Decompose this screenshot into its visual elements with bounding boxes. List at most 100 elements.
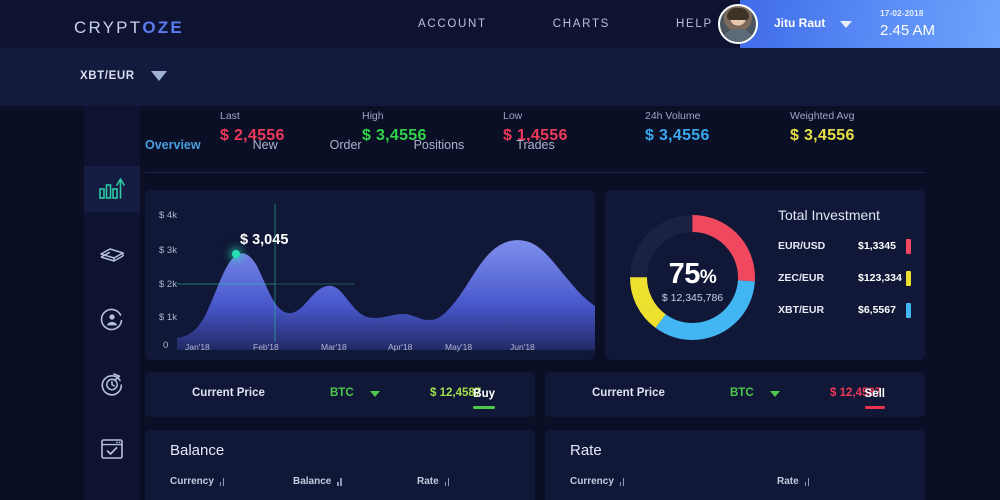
- investment-row-value: $123,334: [858, 272, 902, 284]
- investment-row-swatch: [906, 239, 911, 254]
- balance-table: Balance Currency Balance Rate: [145, 430, 535, 500]
- chart-tooltip-value: $ 3,045: [240, 232, 289, 248]
- buy-button[interactable]: Buy: [473, 384, 495, 409]
- avatar[interactable]: [718, 4, 758, 44]
- sort-icon[interactable]: [219, 477, 228, 486]
- rate-table: Rate Currency Rate: [545, 430, 925, 500]
- chart-xtick-jun: Jun'18: [510, 342, 535, 352]
- balance-table-title: Balance: [170, 442, 225, 459]
- user-name: Jitu Raut: [774, 16, 826, 30]
- nav-item-help[interactable]: HELP: [676, 18, 713, 30]
- nav-item-account[interactable]: ACCOUNT: [418, 18, 487, 30]
- chevron-down-icon[interactable]: [370, 391, 380, 397]
- sell-card: Current Price BTC $ 12,4587 Sell: [545, 372, 925, 417]
- dashboard-root: CRYPTOZE ACCOUNT CHARTS HELP Jitu Raut 1…: [0, 0, 1000, 500]
- tab-order[interactable]: Order: [330, 138, 362, 152]
- tab-overview[interactable]: Overview: [145, 138, 201, 152]
- chart-ytick-2k: $ 2k: [159, 279, 177, 290]
- donut-percent-value: 75: [668, 258, 701, 290]
- logo-accent: OZE: [142, 18, 184, 37]
- sell-button[interactable]: Sell: [864, 384, 885, 409]
- donut-percent: 75%: [620, 258, 765, 291]
- sidebar-item-history[interactable]: [84, 361, 140, 407]
- investment-row-value: $1,3345: [858, 240, 896, 252]
- column-label: Currency: [570, 476, 614, 487]
- buy-price-label: Current Price: [192, 387, 265, 399]
- balance-col-rate[interactable]: Rate: [417, 476, 453, 487]
- buy-card: Current Price BTC $ 12,4587 Buy: [145, 372, 535, 417]
- buy-button-underline: [473, 406, 495, 409]
- rate-col-rate[interactable]: Rate: [777, 476, 813, 487]
- investment-row-zeceur: ZEC/EUR $123,334: [778, 271, 912, 288]
- chart-xtick-feb: Feb'18: [253, 342, 279, 352]
- balance-col-currency[interactable]: Currency: [170, 476, 228, 487]
- user-circle-icon: [100, 308, 123, 331]
- sidebar-item-orders[interactable]: [84, 426, 140, 472]
- pair-selector[interactable]: XBT/EUR: [80, 70, 167, 82]
- content-tabs: Overview New Order Positions Trades: [145, 138, 925, 172]
- price-chart-panel: $ 4k $ 3k $ 2k $ 1k 0 Jan'18 Feb'18 Mar'…: [145, 190, 595, 360]
- rate-table-title: Rate: [570, 442, 602, 459]
- investment-row-swatch: [906, 303, 911, 318]
- chart-ytick-0: 0: [163, 340, 169, 351]
- balance-col-balance[interactable]: Balance: [293, 476, 345, 487]
- left-sidebar: [84, 106, 140, 500]
- donut-percent-symbol: %: [699, 267, 717, 288]
- ticker-bar: XBT/EUR Last $ 2,4556 High $ 3,4556 Low …: [0, 48, 1000, 144]
- history-clock-icon: [101, 373, 123, 396]
- sidebar-item-charts[interactable]: [84, 166, 140, 212]
- sort-icon[interactable]: [804, 477, 813, 486]
- ticker-stat-label: High: [362, 110, 384, 122]
- tab-new[interactable]: New: [253, 138, 278, 152]
- sell-symbol[interactable]: BTC: [730, 387, 754, 399]
- chart-xtick-apr: Apr'18: [388, 342, 413, 352]
- chart-xtick-jan: Jan'18: [185, 342, 210, 352]
- avatar-body: [722, 29, 754, 42]
- main-nav: ACCOUNT CHARTS HELP: [418, 0, 713, 48]
- header-time: 2.45 AM: [880, 22, 936, 39]
- ticker-stat-label: 24h Volume: [645, 110, 701, 122]
- donut-amount: $ 12,345,786: [661, 292, 724, 304]
- chevron-down-icon[interactable]: [770, 391, 780, 397]
- sell-button-underline: [864, 406, 885, 409]
- ticker-stat-label: Weighted Avg: [790, 110, 855, 122]
- column-label: Balance: [293, 476, 332, 487]
- tab-trades[interactable]: Trades: [516, 138, 554, 152]
- top-header: CRYPTOZE ACCOUNT CHARTS HELP Jitu Raut 1…: [0, 0, 1000, 48]
- sort-icon[interactable]: [619, 477, 628, 486]
- buy-symbol[interactable]: BTC: [330, 387, 354, 399]
- nav-item-charts[interactable]: CHARTS: [553, 18, 610, 30]
- tab-positions[interactable]: Positions: [414, 138, 465, 152]
- user-panel[interactable]: Jitu Raut 17-02-2018 2.45 AM: [718, 0, 1000, 48]
- column-label: Rate: [417, 476, 439, 487]
- header-date: 17-02-2018: [880, 8, 924, 18]
- chevron-down-icon[interactable]: [150, 71, 167, 81]
- sidebar-item-security[interactable]: [84, 491, 140, 500]
- investment-title: Total Investment: [778, 207, 880, 223]
- sell-price-label: Current Price: [592, 387, 665, 399]
- investment-row-swatch: [906, 271, 911, 286]
- sort-icon[interactable]: [444, 477, 453, 486]
- chart-data-point-marker: [232, 250, 240, 258]
- investment-row-eurusd: EUR/USD $1,3345: [778, 239, 912, 256]
- pair-label: XBT/EUR: [80, 70, 135, 82]
- app-logo[interactable]: CRYPTOZE: [74, 18, 184, 38]
- tabs-divider: [145, 172, 925, 173]
- sidebar-item-profile[interactable]: [84, 296, 140, 342]
- chart-xtick-mar: Mar'18: [321, 342, 347, 352]
- rate-col-currency[interactable]: Currency: [570, 476, 628, 487]
- column-label: Currency: [170, 476, 214, 487]
- sidebar-item-funds[interactable]: [84, 231, 140, 277]
- investment-row-name: XBT/EUR: [778, 304, 825, 316]
- investment-row-name: EUR/USD: [778, 240, 826, 252]
- investment-row-xbteur: XBT/EUR $6,5567: [778, 303, 912, 320]
- chevron-down-icon[interactable]: [840, 21, 852, 28]
- bar-chart-up-icon: [99, 178, 125, 199]
- sort-icon[interactable]: [337, 477, 345, 486]
- buy-button-label: Buy: [473, 388, 495, 400]
- avatar-hair: [727, 8, 749, 20]
- price-area-chart[interactable]: [145, 190, 595, 360]
- chart-ytick-4k: $ 4k: [159, 210, 177, 221]
- ticker-stat-label: Low: [503, 110, 523, 122]
- cash-stack-icon: [100, 248, 124, 262]
